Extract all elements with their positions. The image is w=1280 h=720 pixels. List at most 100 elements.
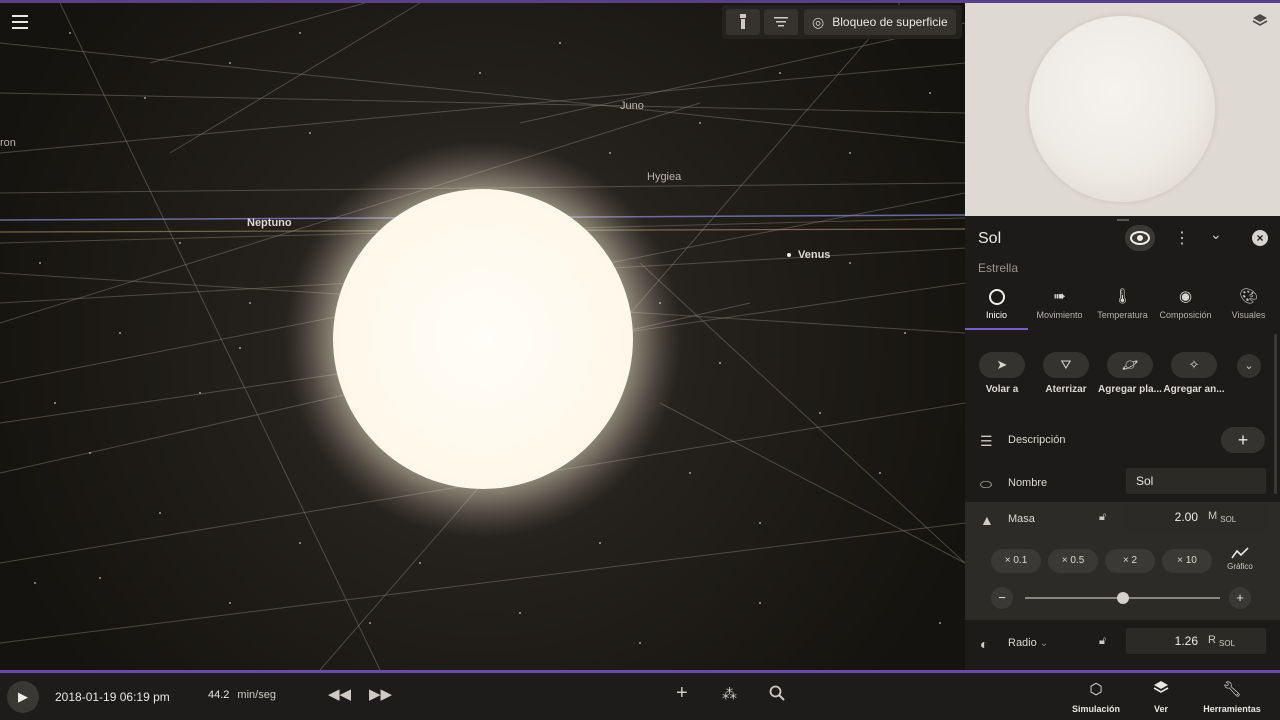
weight-icon: ▲ — [980, 512, 994, 528]
system-view-icon[interactable]: ⁂ — [722, 685, 737, 703]
tool-label: Ver — [1153, 704, 1168, 714]
unlock-icon[interactable]: 🔓︎ — [1099, 511, 1106, 524]
rewind-icon[interactable]: ◀◀ — [328, 685, 351, 703]
palette-icon: 🎨︎ — [1238, 288, 1259, 305]
simulation-button[interactable]: ⬡ Simulación — [1066, 680, 1126, 714]
radius-icon: ◐ — [980, 636, 989, 652]
close-panel-button[interactable]: × — [1252, 230, 1268, 246]
tools-button[interactable]: 🔧︎ Herramientas — [1202, 680, 1262, 714]
tab-composicion[interactable]: ◉ Composición — [1154, 286, 1217, 330]
object-panel: Sol Estrella ⋮ ⌄ × Inicio ➠ Movimiento 🌡… — [965, 216, 1280, 670]
add-ring-button[interactable]: ✧ Agregar an... — [1162, 352, 1226, 395]
panel-grip[interactable] — [1117, 219, 1129, 221]
wrench-icon: 🔧︎ — [1222, 681, 1242, 698]
tab-label: Composición — [1159, 310, 1212, 320]
panel-tabs: Inicio ➠ Movimiento 🌡︎ Temperatura ◉ Com… — [965, 286, 1280, 330]
surface-lock-label: Bloqueo de superficie — [832, 15, 948, 29]
multiply-10-button[interactable]: × 10 — [1162, 549, 1212, 573]
eye-icon — [1130, 231, 1150, 245]
view-button[interactable]: Ver — [1131, 680, 1191, 714]
add-description-button[interactable]: + — [1221, 427, 1265, 453]
radius-label-wrap[interactable]: Radio ⌄ — [1008, 637, 1048, 649]
description-row: ☰ Descripción + — [965, 423, 1280, 459]
description-icon: ☰ — [980, 433, 993, 449]
sun-body[interactable] — [333, 189, 633, 489]
layers-icon[interactable] — [1252, 13, 1268, 34]
bottom-accent-line — [0, 670, 1280, 673]
mass-field[interactable]: 2.00 M SOL — [1126, 504, 1266, 530]
hamburger-menu-icon[interactable] — [12, 15, 28, 29]
name-label: Nombre — [1008, 477, 1048, 489]
fast-forward-icon[interactable]: ▶▶ — [369, 685, 392, 703]
add-planet-button[interactable]: 🪐︎ Agregar pla... — [1098, 352, 1162, 395]
surface-lock-button[interactable]: ◎ Bloqueo de superficie — [804, 9, 956, 35]
object-preview — [965, 3, 1280, 216]
visibility-toggle[interactable] — [1125, 225, 1155, 251]
label-neptuno[interactable]: Neptuno — [247, 217, 292, 229]
play-button[interactable]: ▶ — [7, 681, 39, 713]
top-toolbar: ◎ Bloqueo de superficie — [722, 5, 962, 39]
unlock-icon[interactable]: 🔓︎ — [1099, 635, 1106, 648]
circle-icon — [988, 289, 1005, 305]
action-label: Volar a — [985, 384, 1019, 395]
mass-value: 2.00 — [1174, 510, 1198, 524]
layers-view-icon — [1131, 680, 1191, 700]
tab-label: Movimiento — [1036, 310, 1083, 320]
label-partial[interactable]: ron — [0, 137, 16, 149]
fly-to-button[interactable]: ➤ Volar a — [970, 352, 1034, 395]
tab-inicio[interactable]: Inicio — [965, 286, 1028, 330]
search-icon[interactable] — [769, 685, 785, 705]
name-field[interactable]: Sol — [1126, 468, 1266, 494]
add-object-icon[interactable]: + — [676, 682, 688, 705]
panel-scrollbar[interactable] — [1274, 334, 1277, 494]
multiply-0.5-button[interactable]: × 0.5 — [1048, 549, 1098, 573]
flashlight-icon[interactable] — [726, 9, 760, 35]
thermometer-icon: 🌡︎ — [1112, 288, 1133, 305]
tab-visuales[interactable]: 🎨︎ Visuales — [1217, 286, 1280, 330]
graph-button[interactable]: Gráfico — [1222, 546, 1258, 571]
mass-row: ▲ Masa 🔓︎ 2.00 M SOL — [965, 502, 1280, 538]
name-row: ⬭ Nombre Sol — [965, 466, 1280, 502]
tab-temperatura[interactable]: 🌡︎ Temperatura — [1091, 286, 1154, 330]
radius-field[interactable]: 1.26 R SOL — [1126, 628, 1266, 654]
venus-dot[interactable] — [787, 253, 791, 257]
label-juno[interactable]: Juno — [620, 100, 644, 112]
tab-label: Inicio — [985, 310, 1007, 320]
mass-slider-track[interactable] — [1025, 592, 1220, 604]
mass-slider: − + — [991, 587, 1269, 609]
tab-label: Visuales — [1231, 310, 1266, 320]
motion-icon: ➠ — [1053, 288, 1066, 305]
label-venus[interactable]: Venus — [798, 249, 830, 261]
quick-actions: ➤ Volar a ⛛ Aterrizar 🪐︎ Agregar pla... … — [965, 352, 1280, 402]
speed-value: 44.2 — [208, 689, 230, 701]
more-actions-chevron-icon[interactable]: ⌄ — [1237, 354, 1261, 378]
simulation-date[interactable]: 2018-01-19 06:19 pm — [55, 690, 170, 704]
filter-icon[interactable] — [764, 9, 798, 35]
surface-lock-icon: ◎ — [812, 13, 825, 30]
multiply-0.1-button[interactable]: × 0.1 — [991, 549, 1041, 573]
tool-label: Simulación — [1071, 704, 1120, 714]
preview-sun — [1029, 16, 1215, 202]
land-button[interactable]: ⛛ Aterrizar — [1034, 352, 1098, 395]
collapse-chevron-icon[interactable]: ⌄ — [1210, 226, 1222, 243]
graph-icon — [1222, 546, 1258, 562]
tool-label: Herramientas — [1203, 704, 1261, 714]
graph-label: Gráfico — [1227, 562, 1253, 571]
decrease-mass-button[interactable]: − — [991, 587, 1013, 609]
label-hygiea[interactable]: Hygiea — [647, 171, 681, 183]
tab-movimiento[interactable]: ➠ Movimiento — [1028, 286, 1091, 330]
more-options-icon[interactable]: ⋮ — [1174, 228, 1190, 248]
increase-mass-button[interactable]: + — [1229, 587, 1251, 609]
paper-plane-icon: ➤ — [979, 352, 1025, 378]
simulation-speed[interactable]: 44.2 min/seg — [208, 689, 276, 701]
add-ring-icon: ✧ — [1171, 352, 1217, 378]
object-type: Estrella — [978, 261, 1019, 275]
radius-row: ◐ Radio ⌄ 🔓︎ 1.26 R SOL — [965, 626, 1280, 662]
mass-slider-thumb[interactable] — [1116, 592, 1129, 604]
multiply-2-button[interactable]: × 2 — [1105, 549, 1155, 573]
action-label: Agregar an... — [1163, 384, 1225, 395]
speed-unit: min/seg — [237, 689, 276, 701]
space-viewport[interactable]: Juno Hygiea Neptuno Venus ron — [0, 3, 965, 670]
object-title: Sol — [978, 230, 1002, 247]
composition-icon: ◉ — [1178, 288, 1193, 305]
